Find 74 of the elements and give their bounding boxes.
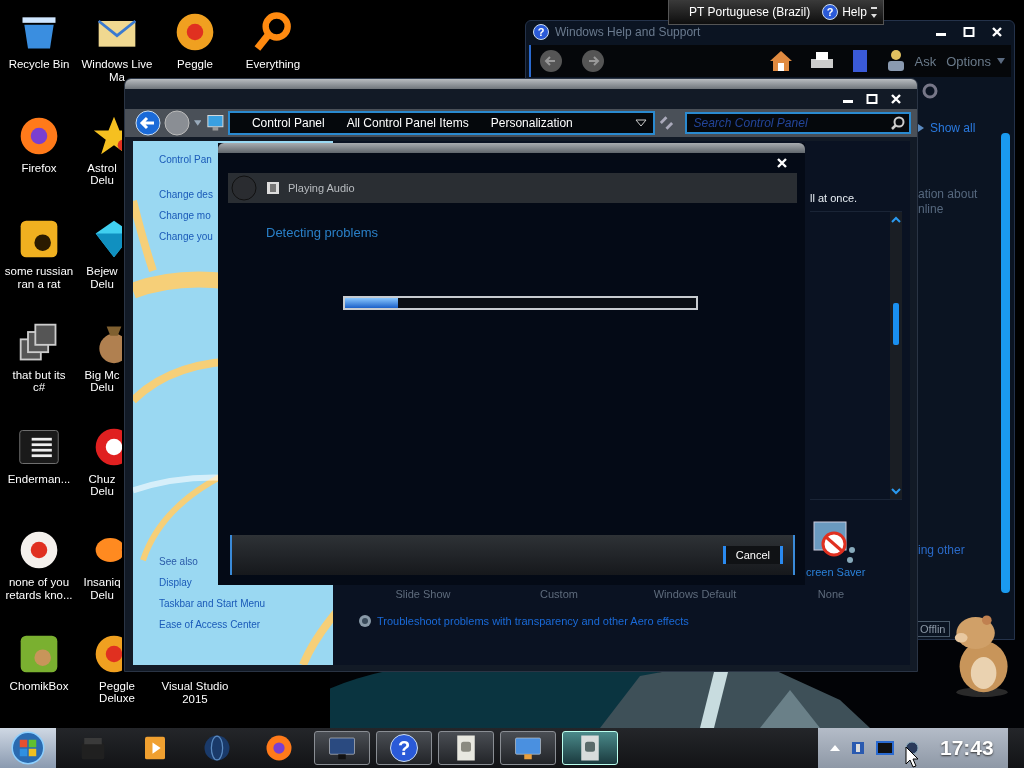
search-icon [891,116,905,130]
icon-label[interactable]: ChomikBox [9,679,69,693]
body-text: nline [918,202,944,217]
icon-label[interactable]: Chuz Delu [80,472,124,498]
help-icon[interactable]: ? [822,4,839,20]
setting-label[interactable]: Custom [491,588,627,600]
close-icon[interactable] [991,26,1003,38]
close-icon[interactable] [776,157,788,169]
monitor-icon[interactable] [876,740,894,756]
taskbar-button[interactable]: ? [376,731,432,765]
setting-label[interactable]: Slide Show [355,588,491,600]
address-bar[interactable]: Control Panel All Control Panel Items Personalization [227,111,655,135]
start-button[interactable] [0,728,56,768]
icon-label[interactable]: Peggle [177,58,213,71]
cursor-icon [905,746,919,768]
taskbar-button[interactable] [438,731,494,765]
ball-icon[interactable] [264,733,294,763]
breadcrumb[interactable]: All Control Panel Items [346,116,469,130]
triangle-icon[interactable] [918,124,924,132]
help-label[interactable]: Help [842,5,867,19]
close-icon[interactable] [890,93,902,105]
icon-label[interactable]: Enderman... [7,472,71,486]
ask-button[interactable]: Ask [884,47,937,75]
shield-icon [358,614,372,628]
caret-icon[interactable] [634,119,647,127]
help-icon: ? [533,24,549,40]
globe-icon[interactable] [202,733,232,763]
back-button[interactable] [537,47,565,75]
maximize-icon[interactable] [963,26,975,38]
icon-label[interactable]: Visual Studio 2015 [161,680,229,705]
network-icon[interactable] [850,740,866,756]
scroll-thumb[interactable] [893,303,899,345]
forward-button[interactable] [579,47,607,75]
orb-icon [10,730,46,766]
icon-label[interactable]: that but its c# [12,368,66,394]
icon-label[interactable]: Everything [245,58,301,71]
setting-label[interactable]: Windows Default [627,588,763,600]
window-title: Windows Help and Support [555,25,701,39]
options-button[interactable]: Options [946,47,1005,75]
breadcrumb[interactable]: Control Panel [251,116,325,130]
icon-label[interactable]: Big Mc Delu [80,368,124,394]
options-icon[interactable] [871,5,877,19]
refresh-icon[interactable] [657,114,675,132]
icon-label[interactable]: some russian ran a rat [4,265,74,291]
screen-saver-label[interactable]: creen Saver [806,566,866,578]
browse-button[interactable] [850,47,869,75]
icon-label[interactable]: Peggle Deluxe [99,679,135,705]
language-label[interactable]: PT Portuguese (Brazil) [689,5,811,19]
show-all-link[interactable]: Show all [918,121,976,135]
taskbar-button[interactable] [500,731,556,765]
help-icon: ? [390,734,418,762]
icon-label[interactable]: Bejew Delu [80,265,124,291]
scroll-down-icon[interactable] [891,488,901,495]
cancel-button[interactable]: Cancel [722,546,783,564]
monitor-icon [206,113,225,133]
search-field[interactable]: Search Control Panel [685,112,911,134]
troubleshoot-link[interactable]: Troubleshoot problems with transparency and other Aero effects [377,615,689,627]
forward-button[interactable] [164,109,191,137]
icon-label[interactable]: none of you retards kno... [5,576,73,602]
icon-label[interactable]: Windows Live Ma [81,58,153,83]
screen-saver-icon[interactable] [812,520,858,566]
help-link[interactable]: ing other [918,543,965,557]
icon-label[interactable]: Firefox [21,161,57,175]
icon-label[interactable]: Insaniq Delu [80,576,124,602]
icon-label[interactable]: Astrol Delu [80,161,124,187]
setting-label[interactable]: None [763,588,899,600]
maximize-icon[interactable] [866,93,878,105]
breadcrumb[interactable]: Personalization [490,116,573,130]
scrollbar[interactable] [1001,133,1010,593]
scroll-up-icon[interactable] [891,216,901,223]
icon-label[interactable]: Recycle Bin [8,58,70,71]
body-text: ll at once. [810,191,858,205]
settings-icon[interactable] [922,83,938,99]
body-text: ation about [918,187,978,202]
